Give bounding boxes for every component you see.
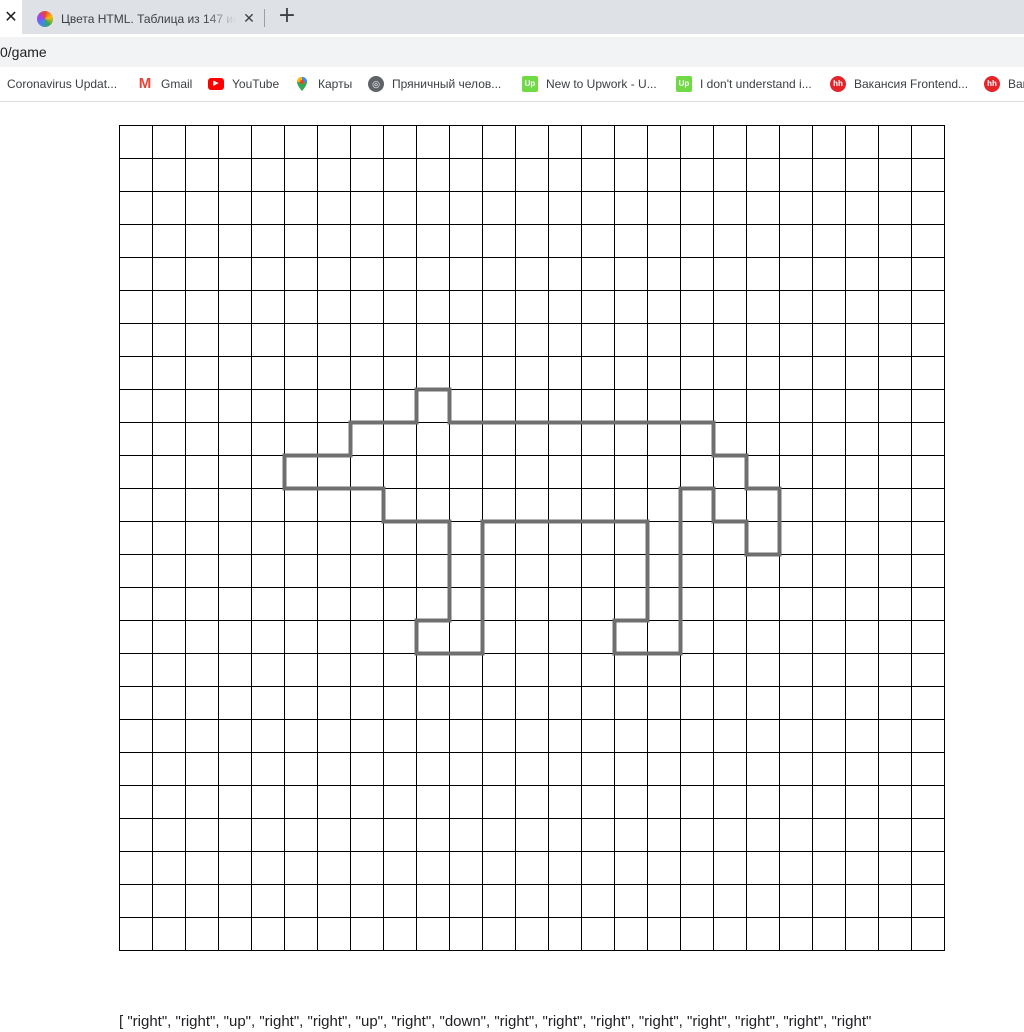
tab-separator xyxy=(264,9,265,27)
bookmarks-bar: Coronavirus Updat... M Gmail ▶ YouTube К… xyxy=(0,68,1024,102)
tab-strip: ✕ Цвета HTML. Таблица из 147 именованных… xyxy=(0,0,1024,34)
bookmark-label: New to Upwork - U... xyxy=(546,77,657,91)
map-pin-icon xyxy=(297,77,307,91)
url-text[interactable]: 0/game xyxy=(0,42,47,62)
direction-log: [ "right", "right", "up", "right", "righ… xyxy=(119,1013,872,1030)
grid-lines xyxy=(119,125,945,951)
gmail-icon: M xyxy=(138,75,152,92)
upwork-icon: Up xyxy=(522,76,538,92)
game-grid[interactable] xyxy=(119,125,945,951)
tab-title: Цвета HTML. Таблица из 147 именованных ц… xyxy=(61,12,236,26)
youtube-icon: ▶ xyxy=(208,78,224,90)
color-wheel-icon xyxy=(37,11,53,27)
bookmark-label: Вакансия Frontend... xyxy=(854,77,969,91)
hh-icon: hh xyxy=(830,76,846,92)
bookmark-label: YouTube xyxy=(232,77,280,91)
new-tab-button[interactable]: + xyxy=(276,5,298,29)
address-bar[interactable] xyxy=(0,37,1024,67)
address-toolbar xyxy=(0,34,1024,68)
maps-icon xyxy=(294,76,310,92)
bookmark-label: I don't understand i... xyxy=(700,77,812,91)
bookmark-label: Coronavirus Updat... xyxy=(7,77,118,91)
bookmark-label: Gmail xyxy=(161,77,193,91)
globe-icon: ◎ xyxy=(368,76,384,92)
hh-icon: hh xyxy=(984,76,1000,92)
close-icon[interactable]: ✕ xyxy=(2,7,20,27)
upwork-icon: Up xyxy=(676,76,692,92)
bookmark-label: Пряничный челов... xyxy=(392,77,502,91)
bookmark-label: Вак xyxy=(1008,77,1024,91)
active-tab[interactable]: ✕ xyxy=(0,0,22,34)
tab-html-colors[interactable]: Цвета HTML. Таблица из 147 именованных ц… xyxy=(28,4,262,34)
bookmark-label: Карты xyxy=(318,77,353,91)
close-icon[interactable]: ✕ xyxy=(240,9,258,29)
